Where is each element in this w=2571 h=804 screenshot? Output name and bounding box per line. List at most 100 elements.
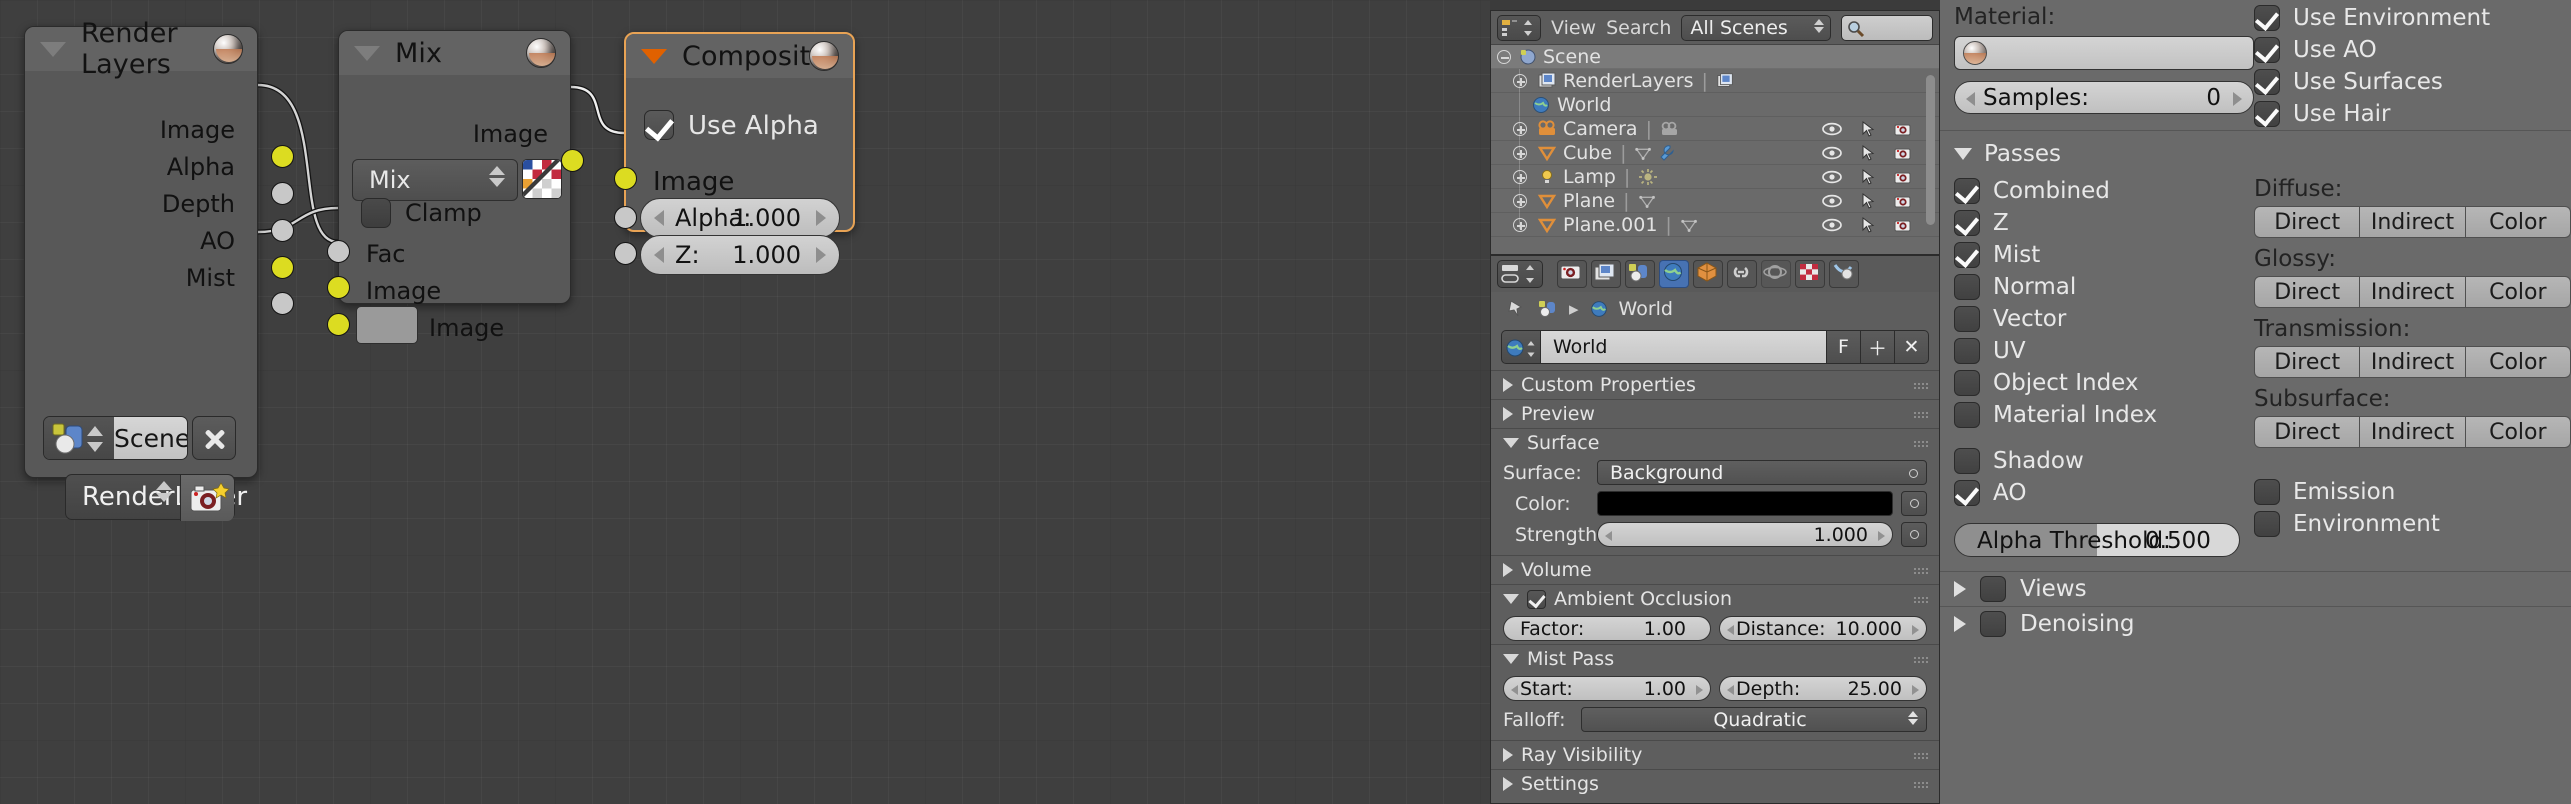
pass-vector[interactable]: Vector: [1954, 303, 2254, 335]
node-composite[interactable]: Composite Use Alpha Image Alpha: 1.000 Z…: [614, 32, 855, 275]
socket-alpha-out[interactable]: [271, 182, 294, 205]
eye-icon[interactable]: [1821, 218, 1843, 232]
scene-browse-icon[interactable]: [44, 417, 114, 459]
tab-render-layers[interactable]: [1591, 260, 1621, 288]
render-camera-icon[interactable]: [1893, 217, 1913, 233]
node-header[interactable]: Composite: [626, 34, 853, 78]
panel-preview[interactable]: Preview: [1491, 399, 1939, 428]
views-checkbox[interactable]: [1980, 576, 2006, 602]
increment-arrow-icon[interactable]: [1696, 685, 1703, 695]
outliner-row-plane-001[interactable]: Plane.001 |: [1491, 213, 1939, 237]
surface-shader-dropdown[interactable]: Background: [1597, 460, 1927, 485]
alpha-threshold-slider[interactable]: Alpha Threshold: 0.500: [1954, 523, 2240, 557]
increment-arrow-icon[interactable]: [1912, 685, 1919, 695]
outliner-header[interactable]: View Search All Scenes: [1491, 11, 1939, 45]
row-surface-color[interactable]: Color:: [1491, 488, 1939, 519]
node-editor-area[interactable]: Render Layers Image Alpha Depth AO Mist: [0, 0, 1490, 804]
diffuse-color-button[interactable]: Color: [2465, 206, 2571, 238]
expand-toggle-icon[interactable]: [1513, 121, 1527, 136]
outliner-search-input[interactable]: [1841, 14, 1933, 41]
row-surface-strength[interactable]: Strength: 1.000: [1491, 519, 1939, 550]
subsurface-indirect-button[interactable]: Indirect: [2360, 416, 2466, 448]
clamp-checkbox[interactable]: [361, 198, 391, 228]
transmission-direct-button[interactable]: Direct: [2254, 346, 2361, 378]
render-layer-properties[interactable]: Material: Samples: 0 Passes Combined Z M…: [1940, 0, 2571, 804]
outliner-tree[interactable]: Scene RenderLayers | World Camera | Cube…: [1491, 45, 1939, 253]
ao-factor-slider[interactable]: Factor: 1.00: [1503, 616, 1711, 641]
renderlayers-data-icon[interactable]: [1716, 72, 1736, 90]
checkbox[interactable]: [1954, 178, 1980, 204]
panel-mist-pass[interactable]: Mist Pass: [1491, 644, 1939, 673]
use-alpha-checkbox[interactable]: [644, 110, 674, 140]
world-name-field[interactable]: World: [1541, 330, 1827, 364]
expand-toggle-icon[interactable]: [1513, 217, 1527, 232]
pass-combined[interactable]: Combined: [1954, 175, 2254, 207]
tab-texture[interactable]: [1795, 260, 1825, 288]
render-camera-icon[interactable]: [1893, 193, 1913, 209]
checkbox[interactable]: [1954, 306, 1980, 332]
checkbox[interactable]: [1954, 370, 1980, 396]
glossy-indirect-button[interactable]: Indirect: [2360, 276, 2466, 308]
alpha-number-field[interactable]: Alpha: 1.000: [640, 198, 840, 238]
denoising-section-header[interactable]: Denoising: [1954, 607, 2254, 641]
socket-image-out[interactable]: [561, 149, 584, 172]
outliner-row-toggles[interactable]: [1821, 144, 1913, 161]
toggle-use-ao[interactable]: Use AO: [2254, 34, 2571, 66]
glossy-direct-button[interactable]: Direct: [2254, 276, 2361, 308]
outliner-view-menu[interactable]: View: [1551, 17, 1596, 39]
checkbox[interactable]: [2254, 101, 2280, 127]
scene-icon[interactable]: [1537, 298, 1559, 320]
subsurface-color-button[interactable]: Color: [2465, 416, 2571, 448]
image2-color-swatch[interactable]: [356, 306, 418, 344]
unlink-world-button[interactable]: ✕: [1895, 330, 1929, 364]
outliner-search-menu[interactable]: Search: [1606, 17, 1671, 39]
socket-alpha-in[interactable]: [614, 206, 637, 229]
z-number-field[interactable]: Z: 1.000: [640, 235, 840, 275]
checkbox[interactable]: [1954, 242, 1980, 268]
checkbox[interactable]: [2254, 479, 2280, 505]
modifier-wrench-icon[interactable]: [1658, 144, 1676, 162]
panel-ambient-occlusion[interactable]: Ambient Occlusion: [1491, 584, 1939, 613]
diffuse-indirect-button[interactable]: Indirect: [2360, 206, 2466, 238]
panel-custom-properties[interactable]: Custom Properties: [1491, 370, 1939, 399]
tab-material[interactable]: [1829, 260, 1859, 288]
socket-z-in[interactable]: [614, 242, 637, 265]
outliner-row-plane[interactable]: Plane |: [1491, 189, 1939, 213]
world-browse-icon[interactable]: [1501, 330, 1541, 364]
tab-physics[interactable]: [1761, 260, 1791, 288]
toggle-use-environment[interactable]: Use Environment: [2254, 2, 2571, 34]
node-header[interactable]: Render Layers: [25, 18, 257, 80]
socket-image-out[interactable]: [271, 145, 294, 168]
samples-slider[interactable]: Samples: 0: [1954, 81, 2254, 114]
checkbox[interactable]: [2254, 5, 2280, 31]
camera-data-icon[interactable]: [1660, 120, 1680, 138]
new-world-button[interactable]: ＋: [1861, 330, 1895, 364]
toggle-use-hair[interactable]: Use Hair: [2254, 98, 2571, 130]
pass-normal[interactable]: Normal: [1954, 271, 2254, 303]
pass-ao[interactable]: AO: [1954, 477, 2254, 509]
socket-mist-out[interactable]: [271, 292, 294, 315]
background-color-swatch[interactable]: [1597, 491, 1893, 516]
mesh-data-icon[interactable]: [1634, 144, 1654, 162]
node-mix[interactable]: Mix Image Mix Clamp Fac Image Image: [327, 30, 584, 344]
expand-toggle-icon[interactable]: [1513, 193, 1527, 208]
tab-render[interactable]: [1557, 260, 1587, 288]
pass-mist[interactable]: Mist: [1954, 239, 2254, 271]
pass-z[interactable]: Z: [1954, 207, 2254, 239]
mist-falloff-dropdown[interactable]: Quadratic: [1581, 707, 1927, 732]
cursor-arrow-icon[interactable]: [1861, 168, 1875, 185]
animate-color-button[interactable]: [1901, 491, 1927, 516]
render-camera-icon[interactable]: [1893, 169, 1913, 185]
checkbox[interactable]: [1954, 448, 1980, 474]
pass-shadow[interactable]: Shadow: [1954, 445, 2254, 477]
tab-world[interactable]: [1659, 260, 1689, 288]
unlink-scene-button[interactable]: [192, 416, 236, 460]
denoising-checkbox[interactable]: [1980, 611, 2006, 637]
blend-mode-dropdown[interactable]: Mix: [352, 159, 518, 201]
decrement-arrow-icon[interactable]: [1966, 92, 1975, 106]
layer-updown-arrows-icon[interactable]: [156, 481, 172, 502]
cursor-arrow-icon[interactable]: [1861, 144, 1875, 161]
glossy-buttons[interactable]: Direct Indirect Color: [2254, 276, 2571, 308]
strength-slider[interactable]: 1.000: [1597, 522, 1893, 547]
row-ao-values[interactable]: Factor: 1.00 Distance: 10.000: [1491, 613, 1939, 644]
